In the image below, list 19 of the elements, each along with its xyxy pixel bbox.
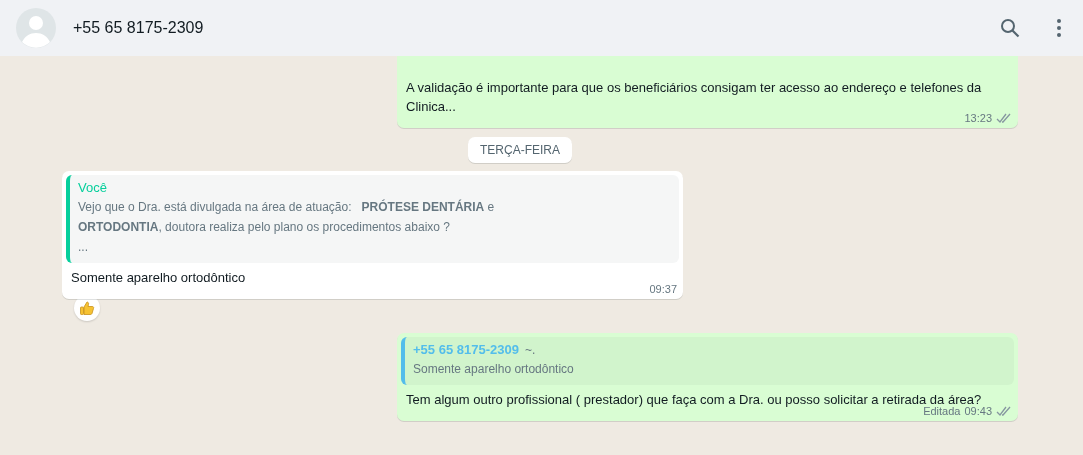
quote-text: Vejo que o Dra. está divulgada na área de atuação: PRÓTESE DENTÁRIA e ORTODONTIA, doutora realiza pelo plano os procedimentos abaixo ? ... bbox=[78, 198, 496, 256]
message-time: 13:23 bbox=[964, 112, 992, 124]
quoted-message[interactable]: Você Vejo que o Dra. está divulgada na área de atuação: PRÓTESE DENTÁRIA e ORTODONTIA, doutora realiza pelo plano os procedimentos abaixo ? ... bbox=[66, 175, 679, 263]
message-text: A validação é importante para que os beneficiários consigam ter acesso ao endereço e telefones da Clinica... bbox=[405, 79, 983, 114]
quote-author-suffix: ~. bbox=[524, 343, 536, 357]
message-time: 09:37 bbox=[649, 283, 677, 295]
edited-label: Editada bbox=[923, 405, 961, 417]
message-time: 09:43 bbox=[964, 405, 992, 417]
contact-name[interactable]: +55 65 8175-2309 bbox=[73, 19, 969, 37]
search-icon bbox=[1000, 18, 1020, 38]
date-separator: TERÇA-FEIRA bbox=[468, 137, 572, 163]
thumbs-up-icon bbox=[79, 300, 95, 316]
quote-author: +55 65 8175-2309 bbox=[413, 342, 519, 357]
message-text: Somente aparelho ortodôntico bbox=[70, 269, 247, 287]
message-text: Tem algum outro profissional ( prestador) que faça com a Dra. ou posso solicitar a retirada da área? bbox=[405, 391, 983, 407]
quoted-message[interactable]: +55 65 8175-2309 ~. Somente aparelho ortodôntico bbox=[401, 337, 1014, 385]
quote-author: Você bbox=[78, 180, 107, 195]
quote-text: Somente aparelho ortodôntico bbox=[413, 361, 575, 378]
menu-icon bbox=[1057, 19, 1061, 37]
